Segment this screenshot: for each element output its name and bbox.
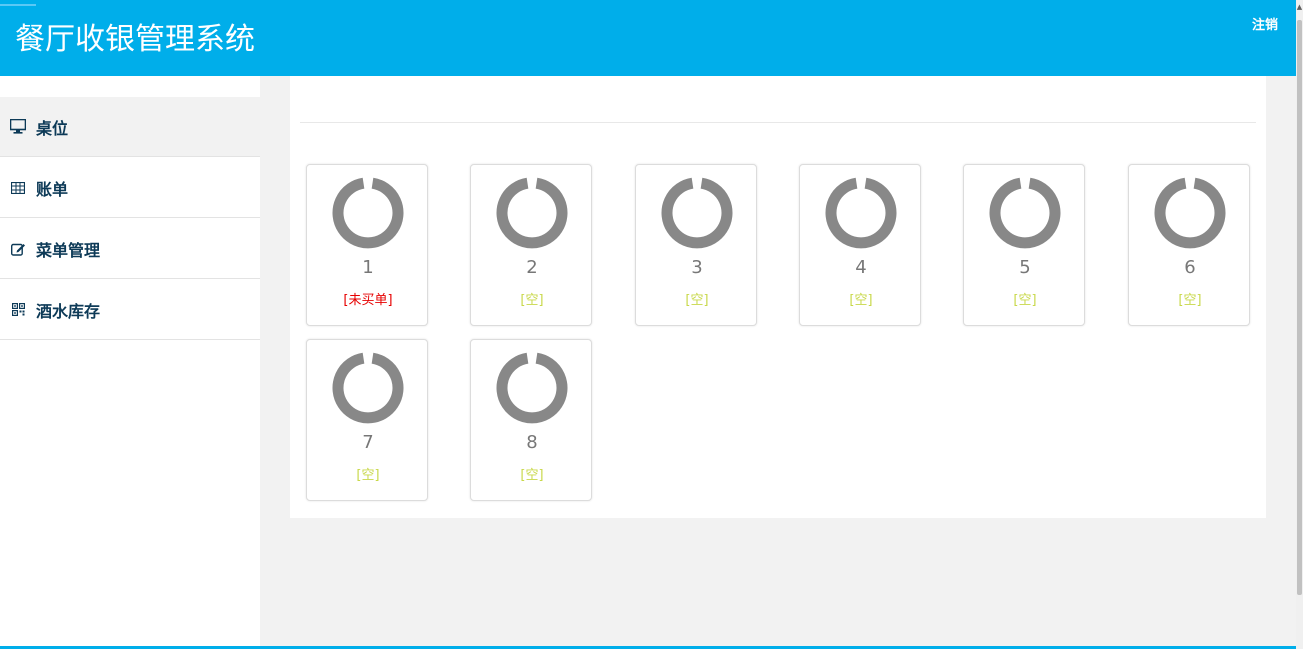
table-card-4[interactable]: 4 [空]: [799, 164, 921, 326]
table-icon: [10, 180, 26, 196]
sidebar-item-tables[interactable]: 桌位: [0, 97, 260, 157]
power-ring-icon: [825, 177, 897, 249]
scrollbar-thumb[interactable]: [1297, 20, 1302, 595]
power-ring-icon: [332, 352, 404, 424]
sidebar-item-beverage-stock[interactable]: 酒水库存: [0, 280, 260, 340]
table-card-6[interactable]: 6 [空]: [1128, 164, 1250, 326]
table-number: 1: [362, 257, 374, 278]
power-ring-icon: [496, 352, 568, 424]
table-status: [空]: [356, 468, 380, 483]
table-card-1[interactable]: 1 [未买单]: [306, 164, 428, 326]
power-ring-icon: [989, 177, 1061, 249]
qrcode-icon: [10, 302, 26, 318]
power-ring-icon: [332, 177, 404, 249]
table-status: [空]: [520, 468, 544, 483]
sidebar-item-label: 账单: [36, 179, 69, 199]
sidebar-item-bills[interactable]: 账单: [0, 158, 260, 218]
table-status: [空]: [1013, 293, 1037, 308]
top-header-bar: 餐厅收银管理系统 注销: [0, 0, 1296, 76]
vertical-scrollbar[interactable]: ▲: [1296, 0, 1303, 649]
app-title: 餐厅收银管理系统: [15, 22, 255, 57]
table-number: 2: [526, 257, 538, 278]
table-card-3[interactable]: 3 [空]: [635, 164, 757, 326]
table-status: [空]: [520, 293, 544, 308]
table-status: [空]: [685, 293, 709, 308]
sidebar: 桌位 账单 菜单管理 酒水库存: [0, 76, 260, 649]
table-number: 7: [362, 432, 374, 453]
logout-link[interactable]: 注销: [1252, 14, 1278, 33]
panel-divider: [300, 122, 1256, 123]
power-ring-icon: [1154, 177, 1226, 249]
table-number: 5: [1019, 257, 1031, 278]
sidebar-item-menu-management[interactable]: 菜单管理: [0, 219, 260, 279]
sidebar-item-label: 桌位: [36, 118, 69, 138]
table-card-2[interactable]: 2 [空]: [470, 164, 592, 326]
table-card-8[interactable]: 8 [空]: [470, 339, 592, 501]
table-status: [未买单]: [343, 293, 393, 308]
power-ring-icon: [661, 177, 733, 249]
edit-icon: [10, 241, 26, 257]
table-status: [空]: [1178, 293, 1202, 308]
sidebar-item-label: 酒水库存: [36, 301, 101, 321]
table-card-5[interactable]: 5 [空]: [963, 164, 1085, 326]
table-grid-panel: 1 [未买单] 2 [空] 3 [空] 4 [空] 5 [空] 6 [空] 7 …: [290, 76, 1266, 518]
sidebar-item-label: 菜单管理: [36, 240, 101, 260]
scroll-up-arrow-icon[interactable]: ▲: [1296, 2, 1303, 12]
table-status: [空]: [849, 293, 873, 308]
header-accent-line: [0, 4, 36, 6]
table-number: 3: [691, 257, 703, 278]
power-ring-icon: [496, 177, 568, 249]
table-number: 4: [855, 257, 867, 278]
table-number: 6: [1184, 257, 1196, 278]
table-number: 8: [526, 432, 538, 453]
monitor-icon: [10, 119, 26, 135]
table-card-7[interactable]: 7 [空]: [306, 339, 428, 501]
